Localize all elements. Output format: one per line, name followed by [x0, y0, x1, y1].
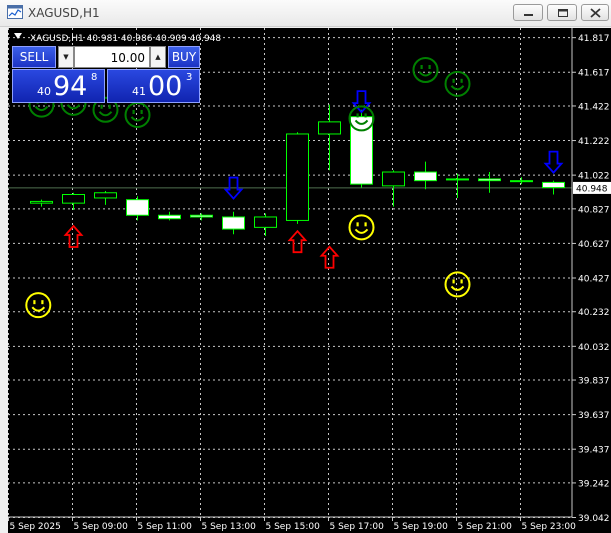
- y-tick-label: 41.422: [578, 102, 610, 112]
- sell-button[interactable]: SELL: [12, 46, 56, 68]
- bid-prefix: 40: [37, 85, 51, 98]
- ask-fraction: 3: [186, 72, 193, 83]
- sell-arrow-icon: [543, 150, 564, 174]
- x-tick-label: 5 Sep 13:00: [202, 522, 257, 532]
- buy-arrow-icon: [319, 245, 340, 269]
- x-tick-label: 5 Sep 15:00: [266, 522, 321, 532]
- candle-body: [414, 171, 437, 182]
- candle-body: [446, 178, 469, 181]
- x-tick-label: 5 Sep 09:00: [74, 522, 129, 532]
- bid-big-digits: 94: [53, 71, 88, 102]
- ask-big-digits: 00: [148, 71, 183, 102]
- y-tick-label: 41.022: [578, 172, 610, 182]
- candle-body: [542, 181, 565, 189]
- restore-button[interactable]: [547, 4, 577, 21]
- y-tick-label: 41.222: [578, 137, 610, 147]
- one-click-trading-panel: SELL ▼ ▲ BUY 40 94 8 41 00 3: [12, 46, 200, 104]
- close-button[interactable]: [581, 4, 609, 21]
- candle-body: [318, 121, 341, 135]
- yellow-smiley-icon: [348, 214, 375, 241]
- green-smiley-icon: [124, 101, 151, 128]
- green-smiley-icon: [412, 56, 439, 83]
- yellow-smiley-icon: [25, 292, 52, 319]
- yellow-smiley-icon: [444, 271, 471, 298]
- x-tick-label: 5 Sep 21:00: [458, 522, 513, 532]
- y-tick-label: 39.637: [578, 411, 610, 421]
- close-icon: [590, 8, 601, 18]
- candle-body: [158, 214, 181, 220]
- candle-body: [286, 133, 309, 221]
- window-title: XAGUSD,H1: [28, 6, 100, 20]
- y-tick-label: 40.232: [578, 308, 610, 318]
- chart-window-icon: [7, 5, 23, 19]
- lot-increase-button[interactable]: ▲: [150, 46, 166, 68]
- x-tick-label: 5 Sep 2025: [10, 522, 61, 532]
- x-tick-label: 5 Sep 19:00: [394, 522, 449, 532]
- y-tick-label: 39.837: [578, 377, 610, 387]
- y-tick-label: 41.617: [578, 69, 610, 79]
- y-tick-label: 41.817: [578, 34, 610, 44]
- bid-fraction: 8: [91, 72, 98, 83]
- restore-icon: [558, 9, 568, 17]
- y-tick-label: 40.427: [578, 275, 610, 285]
- x-tick-label: 5 Sep 17:00: [330, 522, 385, 532]
- y-tick-label: 40.827: [578, 205, 610, 215]
- bid-quote-button[interactable]: 40 94 8: [12, 69, 105, 103]
- y-tick-label: 40.032: [578, 343, 610, 353]
- minimize-icon: [524, 14, 533, 16]
- minimize-button[interactable]: [513, 4, 543, 21]
- candle-body: [510, 180, 533, 183]
- chart-symbol-icon: [14, 33, 22, 39]
- candle-body: [478, 178, 501, 182]
- buy-arrow-icon: [287, 229, 308, 254]
- candle-body: [62, 193, 85, 204]
- lot-decrease-button[interactable]: ▼: [58, 46, 74, 68]
- candle-body: [222, 216, 245, 230]
- ask-quote-button[interactable]: 41 00 3: [107, 69, 200, 103]
- current-price-label: 40.948: [576, 184, 608, 194]
- y-tick-label: 39.242: [578, 479, 610, 489]
- y-tick-label: 39.437: [578, 446, 610, 456]
- candle-body: [382, 171, 405, 187]
- window-titlebar: XAGUSD,H1: [0, 0, 611, 27]
- y-tick-label: 39.042: [578, 514, 610, 524]
- candle-body: [190, 214, 213, 218]
- lot-size-input[interactable]: [74, 46, 150, 68]
- buy-button[interactable]: BUY: [168, 46, 200, 68]
- candle-body: [94, 192, 117, 199]
- candle-body: [254, 216, 277, 228]
- sell-arrow-icon: [351, 90, 372, 114]
- green-smiley-icon: [444, 70, 471, 97]
- ask-prefix: 41: [132, 85, 146, 98]
- x-tick-label: 5 Sep 23:00: [522, 522, 577, 532]
- y-tick-label: 40.627: [578, 240, 610, 250]
- candle-body: [126, 199, 149, 216]
- chart-info-header: XAGUSD,H1 40.981 40.986 40.909 40.948: [30, 34, 221, 44]
- candle-body: [30, 200, 53, 204]
- x-tick-label: 5 Sep 11:00: [138, 522, 193, 532]
